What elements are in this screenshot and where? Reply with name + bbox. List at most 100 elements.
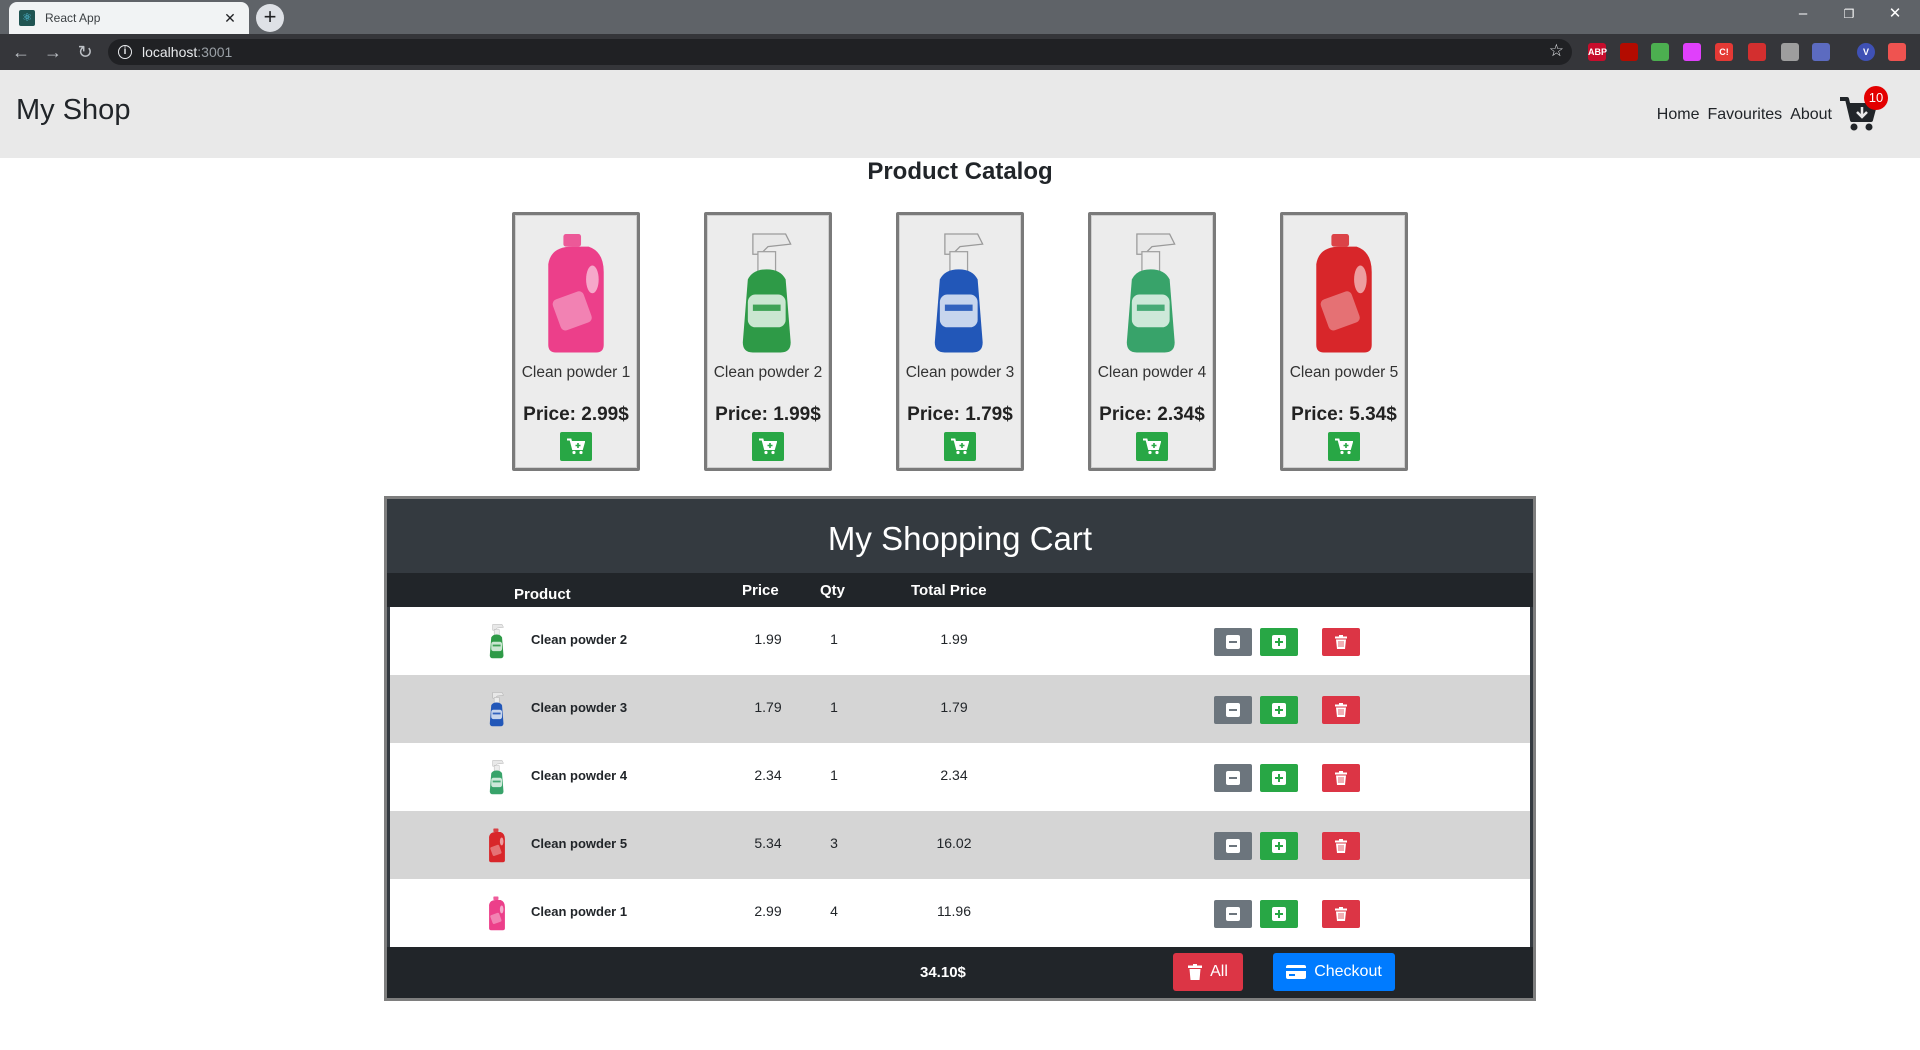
url-field[interactable]: i localhost:3001 ☆ — [108, 39, 1572, 65]
product-spray-icon — [742, 233, 792, 353]
product-price: Price: 1.79$ — [907, 404, 1013, 425]
decrease-qty-button[interactable] — [1214, 832, 1252, 860]
brand-title[interactable]: My Shop — [16, 94, 130, 127]
new-tab-button[interactable]: + — [256, 4, 284, 32]
product-spray-icon — [489, 760, 504, 795]
nav-about-link[interactable]: About — [1790, 106, 1832, 124]
cart-item-thumbnail — [486, 623, 508, 659]
trash-icon — [1188, 964, 1203, 980]
ext-icon[interactable] — [1651, 43, 1669, 61]
ext-icon[interactable] — [1748, 43, 1766, 61]
credit-card-icon — [1286, 965, 1307, 979]
url-text: localhost:3001 — [142, 44, 233, 60]
plus-square-icon — [1272, 635, 1286, 649]
increase-qty-button[interactable] — [1260, 764, 1298, 792]
remove-item-button[interactable] — [1322, 628, 1360, 656]
close-tab-icon[interactable]: ✕ — [221, 10, 239, 27]
cart-button[interactable]: 10 — [1838, 86, 1888, 138]
add-to-cart-button[interactable] — [560, 432, 592, 461]
close-window-button[interactable]: ✕ — [1872, 0, 1918, 30]
cart-footer: 34.10$ All Checkout — [387, 947, 1533, 998]
remove-item-button[interactable] — [1322, 900, 1360, 928]
increase-qty-button[interactable] — [1260, 900, 1298, 928]
minus-square-icon — [1226, 907, 1240, 921]
cart-item-thumbnail — [486, 895, 508, 931]
plus-square-icon — [1272, 907, 1286, 921]
add-to-cart-button[interactable] — [1136, 432, 1168, 461]
cart-item-thumbnail — [486, 759, 508, 795]
add-to-cart-button[interactable] — [1328, 432, 1360, 461]
restore-button[interactable]: ❐ — [1826, 0, 1872, 30]
cart-item-qty: 1 — [830, 767, 838, 783]
cart-item-qty: 3 — [830, 835, 838, 851]
decrease-qty-button[interactable] — [1214, 628, 1252, 656]
product-image — [721, 229, 815, 355]
ext-icon[interactable] — [1812, 43, 1830, 61]
decrease-qty-button[interactable] — [1214, 696, 1252, 724]
nav-favourites-link[interactable]: Favourites — [1707, 106, 1782, 124]
add-to-cart-button[interactable] — [752, 432, 784, 461]
abp-icon[interactable]: ABP — [1588, 43, 1607, 61]
forward-arrow-icon[interactable]: → — [42, 41, 64, 63]
minus-square-icon — [1226, 635, 1240, 649]
browser-tab[interactable]: ⚛ React App ✕ — [9, 2, 249, 34]
cart-item-total: 16.02 — [936, 835, 972, 851]
remove-item-button[interactable] — [1322, 764, 1360, 792]
cart-item-qty: 4 — [830, 903, 838, 919]
cart-item-qty: 1 — [830, 699, 838, 715]
decrease-qty-button[interactable] — [1214, 764, 1252, 792]
trash-icon — [1335, 907, 1347, 921]
product-name: Clean powder 2 — [713, 364, 823, 381]
increase-qty-button[interactable] — [1260, 832, 1298, 860]
add-to-cart-button[interactable] — [944, 432, 976, 461]
back-arrow-icon[interactable]: ← — [10, 41, 32, 63]
checkout-button[interactable]: Checkout — [1273, 953, 1395, 991]
column-qty: Qty — [820, 582, 846, 599]
minimize-button[interactable]: – — [1780, 0, 1826, 30]
trash-icon — [1335, 635, 1347, 649]
decrease-qty-button[interactable] — [1214, 900, 1252, 928]
cart-item-total: 1.79 — [940, 699, 968, 715]
plus-square-icon — [1272, 839, 1286, 853]
product-spray-icon — [489, 624, 504, 659]
bookmark-star-icon[interactable]: ☆ — [1549, 41, 1564, 61]
ext-icon[interactable] — [1781, 43, 1799, 61]
ext-icon[interactable]: C! — [1715, 43, 1733, 61]
cart-item-name: Clean powder 1 — [531, 904, 628, 919]
column-price: Price — [742, 582, 779, 599]
main-nav: Home Favourites About — [1657, 106, 1832, 124]
product-bottle-icon — [1316, 234, 1372, 353]
cart-item-name: Clean powder 3 — [531, 700, 628, 715]
remove-item-button[interactable] — [1322, 696, 1360, 724]
cart-item-name: Clean powder 4 — [531, 768, 628, 783]
nav-home-link[interactable]: Home — [1657, 106, 1700, 124]
product-card: Clean powder 3 Price: 1.79$ — [896, 212, 1024, 471]
clear-all-label: All — [1210, 963, 1228, 980]
browser-tab-strip: ⚛ React App ✕ + – ❐ ✕ — [0, 0, 1920, 34]
cart-item-thumbnail — [486, 691, 508, 727]
cart-row: Clean powder 3 1.79 1 1.79 — [390, 675, 1530, 743]
ext-icon[interactable] — [1683, 43, 1701, 61]
clear-all-button[interactable]: All — [1173, 953, 1243, 991]
minus-square-icon — [1226, 771, 1240, 785]
reload-icon[interactable]: ↻ — [74, 41, 96, 63]
info-icon[interactable]: i — [118, 45, 132, 59]
increase-qty-button[interactable] — [1260, 628, 1298, 656]
product-price: Price: 5.34$ — [1291, 404, 1397, 425]
product-image — [1297, 229, 1391, 355]
profile-icon[interactable]: V — [1857, 43, 1875, 61]
cart-item-price: 5.34 — [754, 835, 782, 851]
pdf-icon[interactable] — [1620, 43, 1638, 61]
cart-grand-total: 34.10$ — [920, 964, 966, 981]
product-card: Clean powder 1 Price: 2.99$ — [512, 212, 640, 471]
increase-qty-button[interactable] — [1260, 696, 1298, 724]
cart-item-price: 2.99 — [754, 903, 782, 919]
cart-item-total: 2.34 — [940, 767, 968, 783]
cart-item-price: 1.79 — [754, 699, 782, 715]
cart-plus-icon — [1335, 438, 1353, 455]
product-spray-icon — [1126, 233, 1176, 353]
remove-item-button[interactable] — [1322, 832, 1360, 860]
cart-item-price: 2.34 — [754, 767, 782, 783]
product-price: Price: 2.99$ — [523, 404, 629, 425]
ext-icon[interactable] — [1888, 43, 1906, 61]
